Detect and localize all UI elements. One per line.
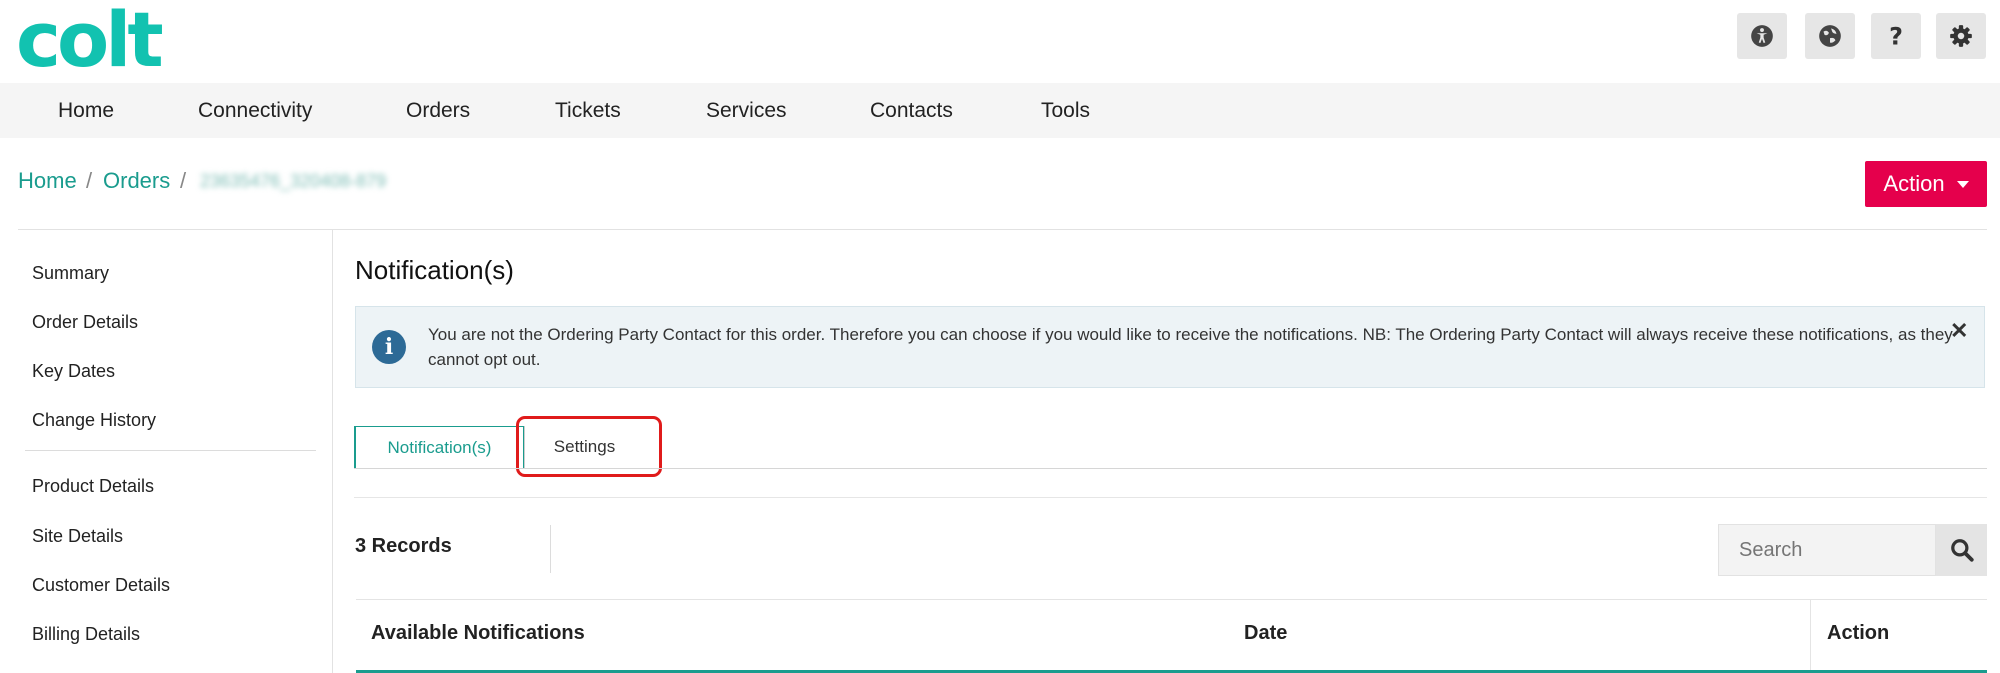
column-header-available-notifications[interactable]: Available Notifications	[371, 622, 585, 645]
caret-down-icon	[1956, 180, 1969, 188]
sidebar-item-order-details[interactable]: Order Details	[32, 312, 138, 333]
sidebar-item-summary[interactable]: Summary	[32, 263, 109, 284]
settings-button[interactable]	[1936, 13, 1986, 59]
sidebar-item-billing-details[interactable]: Billing Details	[32, 624, 140, 645]
divider	[18, 229, 1987, 230]
accessibility-icon	[1751, 25, 1773, 47]
search-button[interactable]	[1936, 524, 1987, 576]
column-divider	[1810, 600, 1811, 673]
breadcrumb-current-order: 23635476_320408-879	[200, 171, 387, 191]
globe-icon	[1819, 25, 1841, 47]
language-button[interactable]	[1805, 13, 1855, 59]
alert-message: You are not the Ordering Party Contact f…	[428, 325, 1953, 369]
breadcrumb-home[interactable]: Home	[18, 168, 77, 194]
nav-orders[interactable]: Orders	[406, 83, 470, 138]
search-icon	[1950, 539, 1974, 562]
nav-home[interactable]: Home	[58, 83, 114, 138]
search-input[interactable]	[1718, 524, 1936, 576]
sidebar-item-product-details[interactable]: Product Details	[32, 476, 154, 497]
colt-logo[interactable]: colt	[16, 2, 164, 78]
sidebar-item-key-dates[interactable]: Key Dates	[32, 361, 115, 382]
breadcrumb-orders[interactable]: Orders	[103, 168, 170, 194]
page-title: Notification(s)	[355, 255, 514, 285]
accessibility-button[interactable]	[1737, 13, 1787, 59]
column-header-action: Action	[1827, 622, 1890, 644]
nav-tools[interactable]: Tools	[1041, 83, 1090, 138]
nav-contacts[interactable]: Contacts	[870, 83, 953, 138]
divider	[354, 497, 1987, 498]
info-icon: i	[372, 330, 406, 364]
close-icon[interactable]: ✕	[1950, 318, 1968, 344]
column-header-date[interactable]: Date	[1244, 622, 1287, 645]
divider	[550, 525, 551, 573]
nav-tickets[interactable]: Tickets	[555, 83, 621, 138]
svg-text:?: ?	[1889, 23, 1903, 49]
gear-icon	[1950, 25, 1972, 47]
action-dropdown-button[interactable]: Action	[1865, 161, 1987, 207]
breadcrumb-separator: /	[86, 168, 93, 193]
sidebar-divider	[25, 450, 316, 451]
action-button-label: Action	[1883, 171, 1945, 196]
help-icon: ?	[1889, 23, 1903, 49]
nav-connectivity[interactable]: Connectivity	[198, 83, 312, 138]
breadcrumb-separator: /	[180, 168, 187, 193]
tab-underline	[354, 468, 1987, 469]
table-border	[356, 599, 1987, 600]
records-count: 3 Records	[355, 535, 452, 557]
tab-notifications[interactable]: Notification(s)	[354, 426, 524, 468]
sidebar-item-customer-details[interactable]: Customer Details	[32, 575, 170, 596]
sidebar-item-change-history[interactable]: Change History	[32, 410, 156, 431]
help-button[interactable]: ?	[1871, 13, 1921, 59]
sidebar-border	[332, 230, 333, 673]
nav-services[interactable]: Services	[706, 83, 787, 138]
sidebar-item-site-details[interactable]: Site Details	[32, 526, 123, 547]
